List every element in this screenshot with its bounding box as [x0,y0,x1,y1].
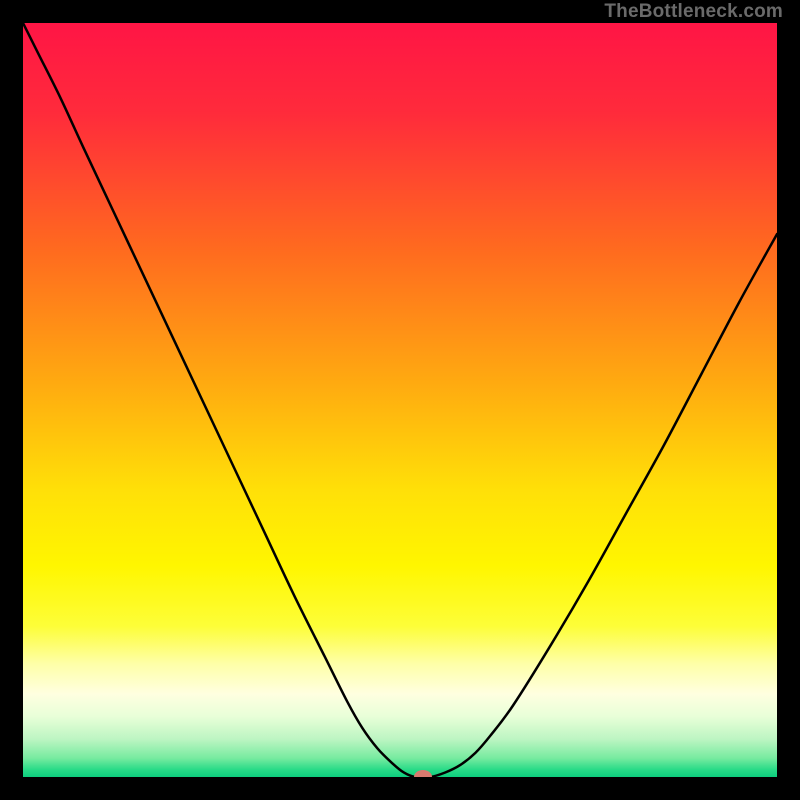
watermark-text: TheBottleneck.com [604,1,783,23]
chart-frame: TheBottleneck.com [0,0,800,800]
bottleneck-curve [23,23,777,777]
plot-area [23,23,777,777]
optimal-point-marker [414,770,432,777]
